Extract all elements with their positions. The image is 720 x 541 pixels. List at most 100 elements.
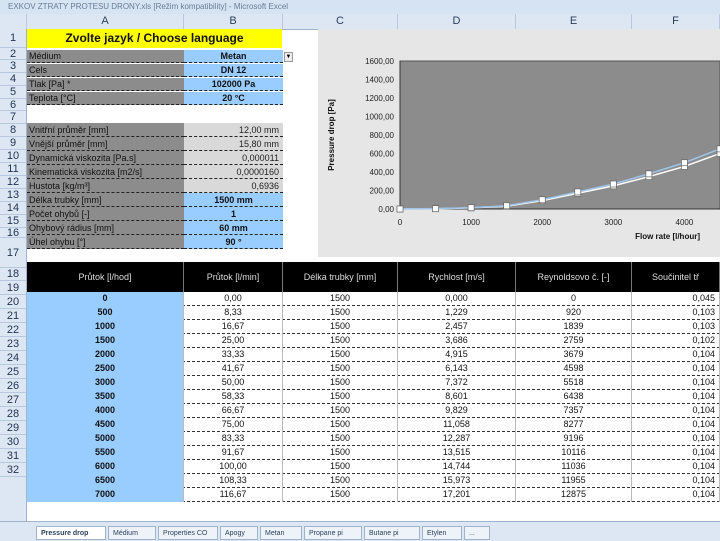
table-cell[interactable]: 2759: [516, 334, 632, 348]
table-cell[interactable]: 1,229: [398, 306, 516, 320]
table-cell[interactable]: 100,00: [184, 460, 283, 474]
table-cell[interactable]: 0,104: [632, 446, 720, 460]
row-header-17[interactable]: 17: [0, 238, 26, 268]
table-cell[interactable]: 0,104: [632, 376, 720, 390]
row-header-8[interactable]: 8: [0, 124, 26, 137]
row-header-29[interactable]: 29: [0, 421, 26, 435]
table-cell[interactable]: 1500: [283, 306, 398, 320]
table-cell[interactable]: 3679: [516, 348, 632, 362]
table-cell[interactable]: 1500: [283, 292, 398, 306]
table-cell[interactable]: 12875: [516, 488, 632, 502]
row-header-7[interactable]: 7: [0, 111, 26, 124]
table-cell[interactable]: 8,33: [184, 306, 283, 320]
row-header-12[interactable]: 12: [0, 176, 26, 189]
sheet-tab[interactable]: Propane pi: [304, 526, 362, 540]
table-cell[interactable]: 1500: [27, 334, 184, 348]
table-cell[interactable]: 33,33: [184, 348, 283, 362]
table-cell[interactable]: 0,00: [184, 292, 283, 306]
table-cell[interactable]: 0,104: [632, 390, 720, 404]
table-cell[interactable]: 4598: [516, 362, 632, 376]
table-cell[interactable]: 7357: [516, 404, 632, 418]
table-cell[interactable]: 16,67: [184, 320, 283, 334]
property-value[interactable]: 90 °: [184, 235, 283, 249]
table-cell[interactable]: 75,00: [184, 418, 283, 432]
table-cell[interactable]: 1500: [283, 460, 398, 474]
row-header-19[interactable]: 19: [0, 281, 26, 295]
row-header-24[interactable]: 24: [0, 351, 26, 365]
table-cell[interactable]: 11,058: [398, 418, 516, 432]
table-cell[interactable]: 13,515: [398, 446, 516, 460]
row-header-25[interactable]: 25: [0, 365, 26, 379]
table-cell[interactable]: 1500: [283, 474, 398, 488]
input-value[interactable]: Metan: [184, 50, 283, 63]
sheet-tab[interactable]: Etylen: [422, 526, 462, 540]
table-cell[interactable]: 4,915: [398, 348, 516, 362]
table-cell[interactable]: 9196: [516, 432, 632, 446]
language-selector[interactable]: Zvolte jazyk / Choose language: [27, 29, 282, 48]
row-header-11[interactable]: 11: [0, 163, 26, 176]
table-cell[interactable]: 4500: [27, 418, 184, 432]
table-cell[interactable]: 58,33: [184, 390, 283, 404]
table-cell[interactable]: 12,287: [398, 432, 516, 446]
table-cell[interactable]: 1500: [283, 418, 398, 432]
table-cell[interactable]: 0,000: [398, 292, 516, 306]
table-cell[interactable]: 7,372: [398, 376, 516, 390]
input-value[interactable]: 102000 Pa: [184, 78, 283, 91]
table-cell[interactable]: 2500: [27, 362, 184, 376]
table-cell[interactable]: 3500: [27, 390, 184, 404]
table-cell[interactable]: 83,33: [184, 432, 283, 446]
table-cell[interactable]: 4000: [27, 404, 184, 418]
table-cell[interactable]: 2,457: [398, 320, 516, 334]
table-cell[interactable]: 1500: [283, 404, 398, 418]
row-header-32[interactable]: 32: [0, 463, 26, 477]
row-header-27[interactable]: 27: [0, 393, 26, 407]
table-cell[interactable]: 50,00: [184, 376, 283, 390]
table-cell[interactable]: 66,67: [184, 404, 283, 418]
table-cell[interactable]: 0,104: [632, 488, 720, 502]
table-cell[interactable]: 8,601: [398, 390, 516, 404]
table-cell[interactable]: 17,201: [398, 488, 516, 502]
table-cell[interactable]: 3000: [27, 376, 184, 390]
table-cell[interactable]: 1500: [283, 376, 398, 390]
table-cell[interactable]: 0,104: [632, 362, 720, 376]
column-header-f[interactable]: F: [632, 14, 720, 29]
table-cell[interactable]: 1500: [283, 362, 398, 376]
sheet-tab[interactable]: Pressure drop: [36, 526, 106, 540]
column-header-b[interactable]: B: [184, 14, 283, 29]
table-cell[interactable]: 0: [516, 292, 632, 306]
table-cell[interactable]: 11036: [516, 460, 632, 474]
row-header-26[interactable]: 26: [0, 379, 26, 393]
table-cell[interactable]: 0,104: [632, 474, 720, 488]
sheet-tab[interactable]: Médium: [108, 526, 156, 540]
property-value[interactable]: 1500 mm: [184, 193, 283, 207]
row-header-6[interactable]: 6: [0, 99, 26, 111]
row-header-22[interactable]: 22: [0, 323, 26, 337]
sheet-tab[interactable]: Apogy: [220, 526, 258, 540]
table-cell[interactable]: 500: [27, 306, 184, 320]
row-header-21[interactable]: 21: [0, 309, 26, 323]
table-cell[interactable]: 8277: [516, 418, 632, 432]
select-all-corner[interactable]: [0, 14, 27, 29]
table-cell[interactable]: 7000: [27, 488, 184, 502]
row-header-2[interactable]: 2: [0, 48, 26, 60]
table-cell[interactable]: 1500: [283, 320, 398, 334]
table-cell[interactable]: 116,67: [184, 488, 283, 502]
table-cell[interactable]: 10116: [516, 446, 632, 460]
row-header-3[interactable]: 3: [0, 60, 26, 73]
table-cell[interactable]: 11955: [516, 474, 632, 488]
column-header-d[interactable]: D: [398, 14, 516, 29]
table-cell[interactable]: 9,829: [398, 404, 516, 418]
row-header-13[interactable]: 13: [0, 189, 26, 202]
row-header-5[interactable]: 5: [0, 86, 26, 99]
table-cell[interactable]: 0,104: [632, 404, 720, 418]
table-cell[interactable]: 1500: [283, 432, 398, 446]
column-header-a[interactable]: A: [27, 14, 184, 29]
table-cell[interactable]: 0: [27, 292, 184, 306]
row-header-30[interactable]: 30: [0, 435, 26, 449]
table-cell[interactable]: 920: [516, 306, 632, 320]
table-cell[interactable]: 25,00: [184, 334, 283, 348]
table-cell[interactable]: 0,045: [632, 292, 720, 306]
table-cell[interactable]: 0,104: [632, 348, 720, 362]
property-value[interactable]: 1: [184, 207, 283, 221]
column-header-c[interactable]: C: [283, 14, 398, 29]
